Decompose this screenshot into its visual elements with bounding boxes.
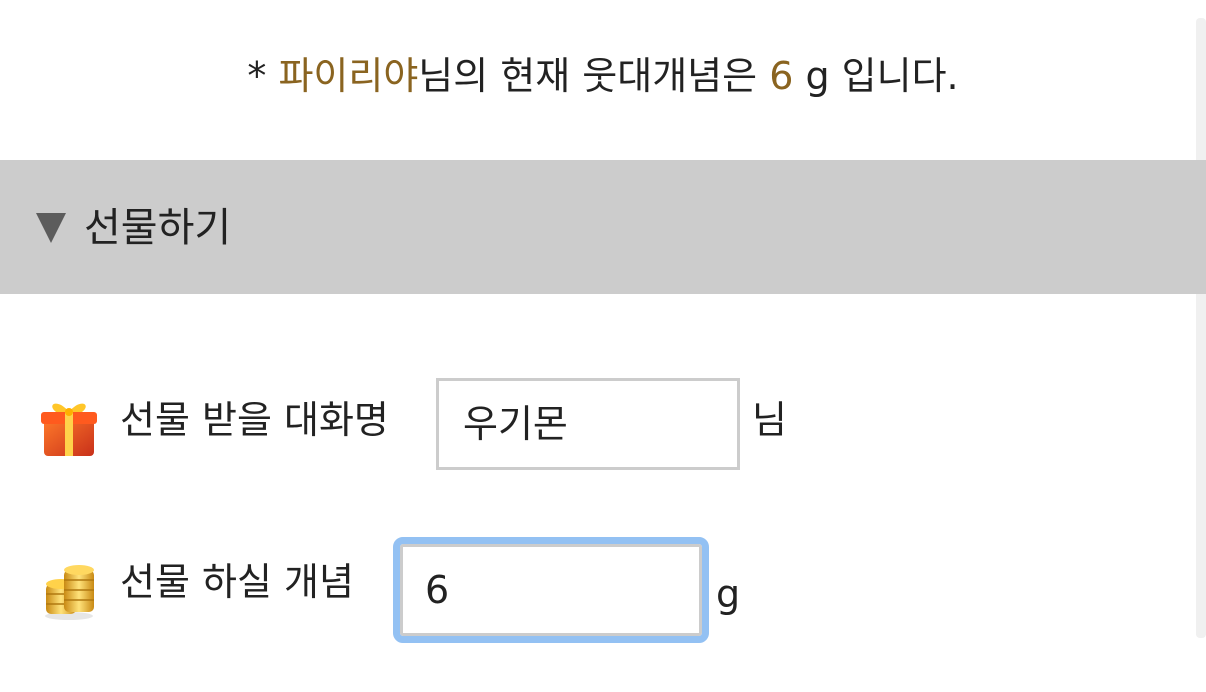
triangle-down-icon (36, 213, 66, 243)
status-prefix: * (247, 54, 279, 98)
gift-page: * 파이리야님의 현재 웃대개념은 6 g 입니다. 선물하기 선물 받을 대화… (0, 0, 1206, 692)
gift-section-header[interactable]: 선물하기 (0, 160, 1206, 294)
section-title: 선물하기 (36, 202, 231, 254)
balance-status: * 파이리야님의 현재 웃대개념은 6 g 입니다. (0, 52, 1206, 100)
amount-row: 선물 하실 개념 6 g (36, 537, 1186, 643)
recipient-label: 선물 받을 대화명 (120, 398, 389, 442)
gift-icon (36, 394, 102, 460)
section-title-label: 선물하기 (84, 205, 232, 251)
recipient-suffix: 님 (752, 398, 787, 442)
recipient-input[interactable]: 우기몬 (436, 378, 740, 470)
amount-input[interactable]: 6 (393, 537, 709, 643)
status-suffix: g 입니다. (793, 54, 959, 98)
amount-label: 선물 하실 개념 (120, 560, 354, 604)
vertical-scrollbar[interactable] (1196, 18, 1206, 638)
gold-coins-icon (36, 556, 102, 622)
user-name: 파이리야 (278, 54, 419, 98)
recipient-row: 선물 받을 대화명 우기몬 님 (36, 378, 1186, 474)
balance-value: 6 (769, 54, 794, 98)
amount-unit: g (716, 572, 741, 616)
status-middle: 님의 현재 웃대개념은 (418, 54, 770, 98)
